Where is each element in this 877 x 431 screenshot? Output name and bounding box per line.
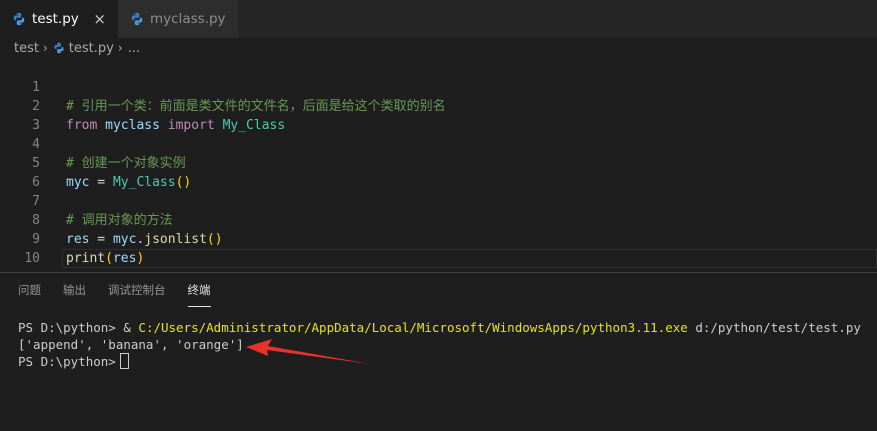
terminal-cursor	[119, 353, 129, 369]
python-icon	[13, 12, 25, 26]
chevron-right-icon: ›	[117, 41, 123, 55]
breadcrumb-folder[interactable]: test	[14, 41, 39, 56]
breadcrumb-file[interactable]: test.py	[69, 41, 114, 56]
terminal-output-line: ['append', 'banana', 'orange']	[18, 336, 861, 353]
bottom-panel: 问题 输出 调试控制台 终端 PS D:\python> & C:/Users/…	[0, 272, 877, 431]
code-line: 9 print(res)	[0, 211, 877, 266]
tab-myclass-py[interactable]: myclass.py	[118, 0, 238, 38]
code-editor[interactable]: 1 # 引用一个类：前面是类文件的文件名，后面是给这个类取的别名 2 from …	[0, 58, 877, 272]
code-line: 6	[0, 154, 877, 190]
terminal-prompt: PS D:\python> &	[18, 320, 139, 335]
terminal-line: PS D:\python> & C:/Users/Administrator/A…	[18, 319, 861, 336]
terminal-prompt: PS D:\python>	[18, 354, 116, 369]
code-line: 4 # 创建一个对象实例	[0, 116, 877, 171]
panel-tabs: 问题 输出 调试控制台 终端	[0, 273, 233, 307]
panel-tab-output[interactable]: 输出	[63, 273, 86, 307]
tab-label: test.py	[32, 11, 79, 27]
terminal-output: ['append', 'banana', 'orange']	[18, 337, 244, 352]
panel-tab-terminal[interactable]: 终端	[187, 273, 211, 307]
code-line: 2 from myclass import My_Class	[0, 78, 877, 133]
code-line: 3	[0, 97, 877, 133]
close-icon[interactable]: ×	[91, 11, 108, 27]
panel-tab-problems[interactable]: 问题	[18, 273, 41, 307]
editor-tab-bar: test.py × myclass.py	[0, 0, 877, 38]
terminal-exe-path: C:/Users/Administrator/AppData/Local/Mic…	[138, 320, 688, 335]
code-line: 8 res = myc.jsonlist()	[0, 192, 877, 247]
breadcrumb-more[interactable]: ...	[128, 41, 140, 56]
terminal-line: PS D:\python>	[18, 353, 861, 370]
code-line: 10	[0, 230, 877, 266]
code-line: 5 myc = My_Class()	[0, 135, 877, 190]
tab-label: myclass.py	[150, 11, 226, 27]
breadcrumb: test › test.py › ...	[0, 38, 877, 58]
vscode-window: test.py × myclass.py test › test.py › ..…	[0, 0, 877, 431]
terminal-arg: d:/python/test/test.py	[687, 320, 861, 335]
tab-test-py[interactable]: test.py ×	[0, 0, 118, 38]
chevron-right-icon: ›	[42, 41, 48, 55]
terminal[interactable]: PS D:\python> & C:/Users/Administrator/A…	[18, 319, 861, 370]
python-icon	[54, 42, 64, 54]
panel-tab-debug-console[interactable]: 调试控制台	[108, 273, 166, 307]
code-line-current: 11	[0, 249, 877, 268]
code-line: 1 # 引用一个类：前面是类文件的文件名，后面是给这个类取的别名	[0, 59, 877, 114]
code-line: 7 # 调用对象的方法	[0, 173, 877, 228]
current-line-highlight	[62, 249, 877, 268]
python-icon	[131, 12, 143, 26]
